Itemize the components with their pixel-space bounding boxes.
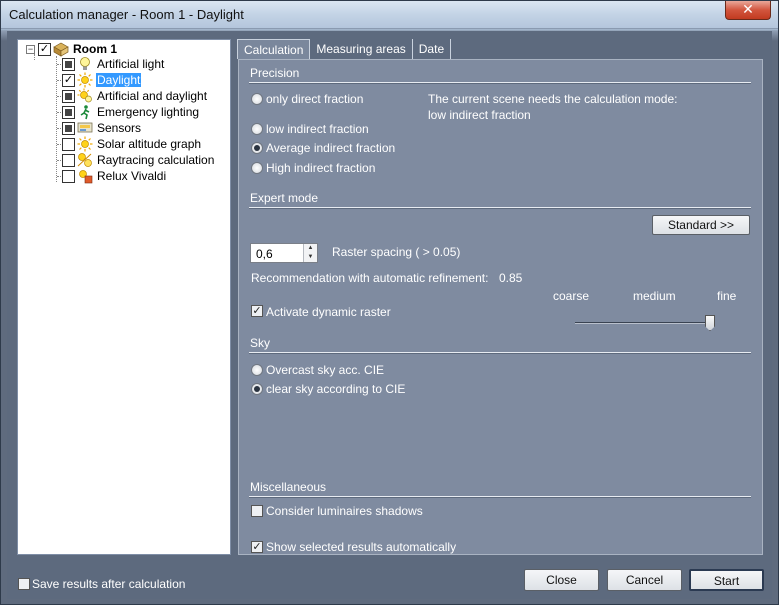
tree-checkbox-sensors[interactable] — [62, 121, 75, 135]
slider-label-fine: fine — [717, 289, 737, 303]
tab-date[interactable]: Date — [413, 39, 452, 59]
tree-item-artificial-light[interactable]: Artificial light — [62, 56, 165, 72]
calculation-panel: Precision only direct fraction The curre… — [238, 59, 763, 555]
recommendation-value: 0.85 — [499, 271, 523, 285]
radio-low-indirect-fraction[interactable] — [251, 123, 263, 135]
radio-average-indirect-fraction[interactable] — [251, 142, 263, 154]
dynamic-raster-checkbox[interactable]: ✓ — [251, 305, 263, 317]
tree-checkbox-solar-altitude-graph[interactable] — [62, 137, 75, 151]
tree-item-solar-altitude-graph[interactable]: Solar altitude graph — [62, 136, 202, 152]
precision-heading: Precision — [250, 66, 300, 80]
spin-arrows[interactable]: ▲ ▼ — [303, 244, 317, 262]
sky-divider — [249, 352, 751, 354]
luminaire-shadows-label: Consider luminaires shadows — [266, 504, 423, 518]
room-icon — [53, 42, 69, 57]
sensor-icon — [77, 122, 93, 133]
show-results-checkbox[interactable]: ✓ — [251, 541, 263, 553]
tree-connector — [56, 56, 57, 182]
scene-tree: − ✓ Room 1 Artificial light ✓ Daylight A… — [17, 39, 231, 555]
window-title: Calculation manager - Room 1 - Daylight — [9, 7, 244, 22]
recommendation-label: Recommendation with automatic refinement… — [251, 271, 489, 285]
tree-checkbox-artificial-light[interactable] — [62, 57, 75, 71]
tree-root-room-1[interactable]: − ✓ Room 1 — [26, 41, 118, 57]
tree-item-emergency-lighting[interactable]: Emergency lighting — [62, 104, 200, 120]
save-results-checkbox[interactable] — [18, 578, 30, 590]
tree-item-relux-vivaldi[interactable]: Relux Vivaldi — [62, 168, 167, 184]
tree-item-label: Artificial light — [97, 57, 165, 71]
tree-root-label: Room 1 — [73, 42, 118, 56]
expert-mode-divider — [249, 207, 751, 209]
tree-expander-minus[interactable]: − — [26, 44, 35, 54]
calculation-manager-window: Calculation manager - Room 1 - Daylight … — [0, 0, 779, 605]
sun-icon — [77, 72, 93, 88]
close-button[interactable]: Close — [524, 569, 599, 591]
tree-item-label: Sensors — [97, 121, 142, 135]
bulb-icon — [80, 57, 90, 70]
tree-item-label: Emergency lighting — [97, 105, 200, 119]
show-results-label: Show selected results automatically — [266, 540, 457, 554]
spin-down-icon[interactable]: ▼ — [304, 253, 317, 262]
tree-checkbox-daylight[interactable]: ✓ — [62, 73, 75, 87]
miscellaneous-divider — [249, 496, 751, 498]
calc-mode-note: The current scene needs the calculation … — [428, 92, 678, 106]
radio-label: clear sky according to CIE — [266, 382, 406, 396]
spin-up-icon[interactable]: ▲ — [304, 244, 317, 253]
tree-item-label: Solar altitude graph — [97, 137, 202, 151]
slider-label-medium: medium — [633, 289, 676, 303]
radio-only-direct-fraction[interactable] — [251, 93, 263, 105]
tree-item-label: Daylight — [96, 73, 142, 87]
tree-item-artificial-and-daylight[interactable]: Artificial and daylight — [62, 88, 208, 104]
tree-checkbox-raytracing-calculation[interactable] — [62, 153, 75, 167]
tree-item-sensors[interactable]: Sensors — [62, 120, 142, 136]
radio-label: High indirect fraction — [266, 161, 376, 175]
raytrace-icon — [77, 153, 92, 167]
radio-label: Average indirect fraction — [266, 141, 396, 155]
sun-icon — [77, 136, 93, 152]
raster-spacing-stepper[interactable]: 0,6 ▲ ▼ — [250, 243, 318, 263]
tree-checkbox-emergency-lighting[interactable] — [62, 105, 75, 119]
refinement-slider-track[interactable] — [575, 322, 715, 324]
tree-item-label: Relux Vivaldi — [97, 169, 167, 183]
sky-heading: Sky — [250, 336, 271, 350]
tree-item-raytracing-calculation[interactable]: Raytracing calculation — [62, 152, 215, 168]
tree-item-label: Artificial and daylight — [97, 89, 208, 103]
slider-label-coarse: coarse — [553, 289, 590, 303]
dialog-client-area: − ✓ Room 1 Artificial light ✓ Daylight A… — [7, 31, 772, 599]
tab-bar: Calculation Measuring areas Date — [237, 39, 452, 59]
raster-spacing-value[interactable]: 0,6 — [256, 247, 273, 261]
start-button[interactable]: Start — [689, 569, 764, 591]
sun-bulb-icon — [77, 88, 92, 103]
radio-clear-sky[interactable] — [251, 383, 263, 395]
emergency-exit-icon — [80, 105, 90, 120]
expert-mode-heading: Expert mode — [250, 191, 319, 205]
radio-high-indirect-fraction[interactable] — [251, 162, 263, 174]
refinement-slider-thumb[interactable] — [705, 315, 715, 331]
radio-label: Overcast sky acc. CIE — [266, 363, 385, 377]
tree-checkbox-artificial-and-daylight[interactable] — [62, 89, 75, 103]
standard-button[interactable]: Standard >> — [652, 215, 750, 235]
cancel-button[interactable]: Cancel — [607, 569, 682, 591]
tree-checkbox-relux-vivaldi[interactable] — [62, 169, 75, 183]
radio-label: only direct fraction — [266, 92, 364, 106]
tree-item-daylight[interactable]: ✓ Daylight — [62, 72, 142, 88]
radio-label: low indirect fraction — [266, 122, 369, 136]
title-bar[interactable]: Calculation manager - Room 1 - Daylight … — [1, 1, 778, 29]
tree-item-label: Raytracing calculation — [97, 153, 215, 167]
calc-mode-value: low indirect fraction — [428, 108, 531, 122]
raster-spacing-label: Raster spacing ( > 0.05) — [332, 245, 461, 259]
window-close-button[interactable]: ✕ — [725, 1, 771, 20]
luminaire-shadows-checkbox[interactable] — [251, 505, 263, 517]
tab-calculation[interactable]: Calculation — [237, 39, 311, 59]
radio-overcast-sky[interactable] — [251, 364, 263, 376]
save-results-label: Save results after calculation — [32, 577, 186, 591]
dynamic-raster-label: Activate dynamic raster — [266, 305, 391, 319]
tab-measuring-areas[interactable]: Measuring areas — [310, 39, 413, 59]
miscellaneous-heading: Miscellaneous — [250, 480, 327, 494]
precision-divider — [249, 82, 751, 84]
vivaldi-icon — [79, 170, 93, 184]
tree-checkbox-room-1[interactable]: ✓ — [38, 42, 51, 56]
